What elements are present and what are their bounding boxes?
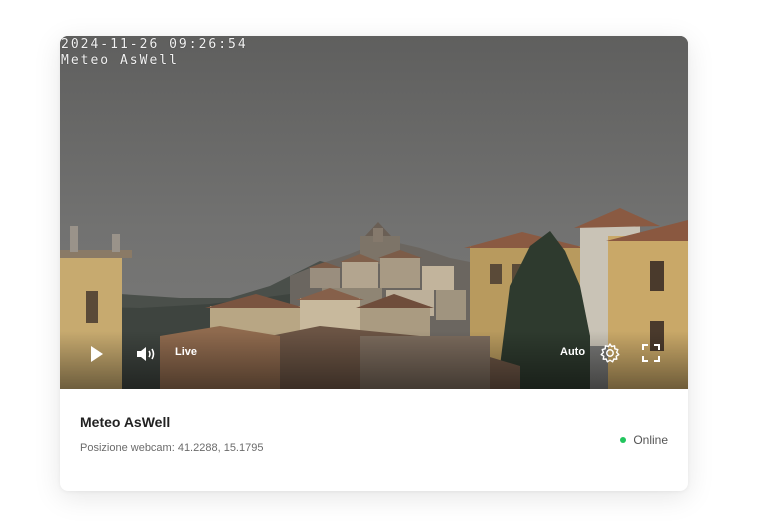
settings-button[interactable] xyxy=(599,342,621,364)
webcam-video[interactable]: 2024-11-26 09:26:54 Meteo AsWell Live Au… xyxy=(60,36,688,389)
live-label[interactable]: Live xyxy=(175,346,197,358)
volume-button[interactable] xyxy=(136,345,156,363)
volume-icon xyxy=(137,347,155,361)
timestamp-overlay: 2024-11-26 09:26:54 xyxy=(61,37,248,52)
play-icon xyxy=(91,346,103,362)
webcam-info: Meteo AsWell Posizione webcam: 41.2288, … xyxy=(60,389,688,491)
webcam-card: 2024-11-26 09:26:54 Meteo AsWell Live Au… xyxy=(60,36,688,491)
status-label: Online xyxy=(633,433,668,447)
play-button[interactable] xyxy=(89,345,105,363)
quality-selector[interactable]: Auto xyxy=(560,346,585,358)
webcam-title: Meteo AsWell xyxy=(80,414,171,430)
gear-icon xyxy=(600,343,620,363)
player-controls: Live Auto xyxy=(60,331,688,389)
watermark-overlay: Meteo AsWell xyxy=(61,53,179,68)
status-dot-icon xyxy=(620,437,627,443)
webcam-position: Posizione webcam: 41.2288, 15.1795 xyxy=(80,442,264,454)
fullscreen-icon xyxy=(642,344,660,362)
fullscreen-button[interactable] xyxy=(642,344,660,362)
status-badge: Online xyxy=(620,433,668,447)
